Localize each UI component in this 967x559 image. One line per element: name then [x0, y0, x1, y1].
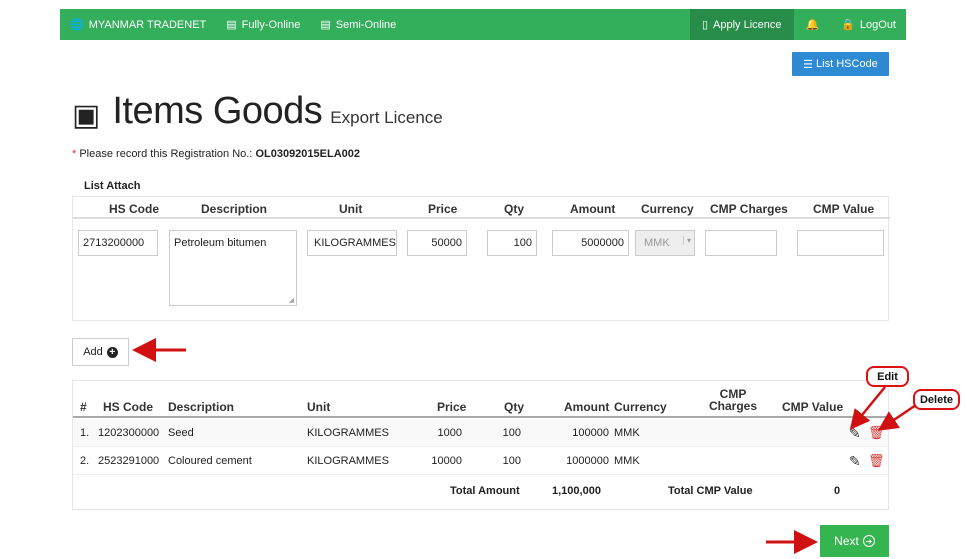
edit-arrow	[849, 386, 886, 430]
delete-arrow	[877, 403, 917, 431]
annotation-arrows	[132, 338, 917, 554]
